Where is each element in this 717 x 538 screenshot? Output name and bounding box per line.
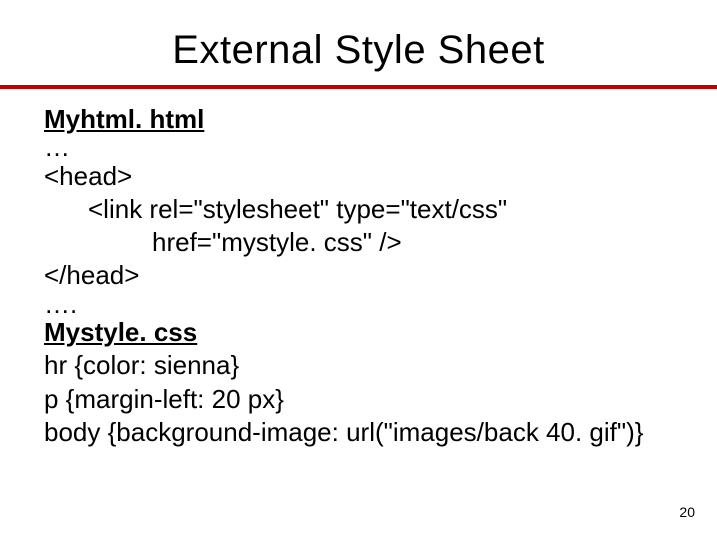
filename-html: Myhtml. html xyxy=(44,103,683,136)
ellipsis-1: … xyxy=(44,136,683,159)
css-rule-hr: hr {color: sienna} xyxy=(44,349,683,382)
code-link-line1: <link rel="stylesheet" type="text/css" xyxy=(44,193,683,226)
slide-body: Myhtml. html … <head> <link rel="stylesh… xyxy=(0,89,717,449)
code-head-close: </head> xyxy=(44,259,683,292)
slide-title: External Style Sheet xyxy=(0,0,717,85)
filename-css: Mystyle. css xyxy=(44,316,683,349)
slide: External Style Sheet Myhtml. html … <hea… xyxy=(0,0,717,538)
ellipsis-2: …. xyxy=(44,293,683,316)
code-head-open: <head> xyxy=(44,160,683,193)
page-number: 20 xyxy=(679,504,695,520)
css-rule-body: body {background-image: url("images/back… xyxy=(44,416,683,449)
css-rule-p: p {margin-left: 20 px} xyxy=(44,383,683,416)
code-link-line2: href="mystyle. css" /> xyxy=(44,226,683,259)
